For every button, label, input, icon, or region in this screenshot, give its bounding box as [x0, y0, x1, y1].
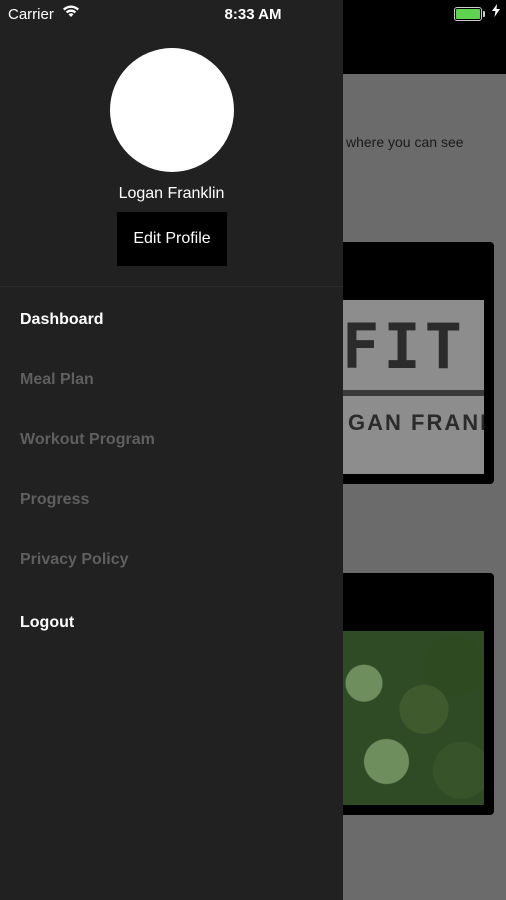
- menu-item-privacy-policy[interactable]: Privacy Policy: [20, 551, 129, 569]
- meal-card[interactable]: [320, 573, 494, 815]
- menu-item-logout[interactable]: Logout: [20, 614, 74, 632]
- menu-item-progress[interactable]: Progress: [20, 491, 89, 509]
- battery-icon: [454, 7, 485, 21]
- edit-profile-button[interactable]: Edit Profile: [117, 212, 227, 266]
- program-card[interactable]: FIT GAN FRANK: [320, 242, 494, 484]
- drawer-divider: [0, 286, 343, 287]
- menu-item-dashboard[interactable]: Dashboard: [20, 311, 104, 329]
- profile-name: Logan Franklin: [118, 185, 225, 202]
- logo-name-text: GAN FRANK: [348, 410, 484, 435]
- intro-text: where you can see: [346, 134, 464, 150]
- charging-icon: [492, 4, 500, 21]
- avatar[interactable]: [110, 48, 234, 172]
- status-bar: Carrier 8:33 AM: [0, 0, 506, 28]
- logo-fit-text: FIT: [342, 310, 466, 383]
- program-image: FIT GAN FRANK: [334, 300, 484, 474]
- menu-item-workout-program[interactable]: Workout Program: [20, 431, 155, 449]
- clock: 8:33 AM: [224, 6, 282, 23]
- logo-divider: [334, 390, 484, 396]
- menu-item-meal-plan[interactable]: Meal Plan: [20, 371, 94, 389]
- salad-image: [334, 631, 484, 805]
- side-drawer: Logan Franklin Edit Profile Dashboard Me…: [0, 0, 343, 900]
